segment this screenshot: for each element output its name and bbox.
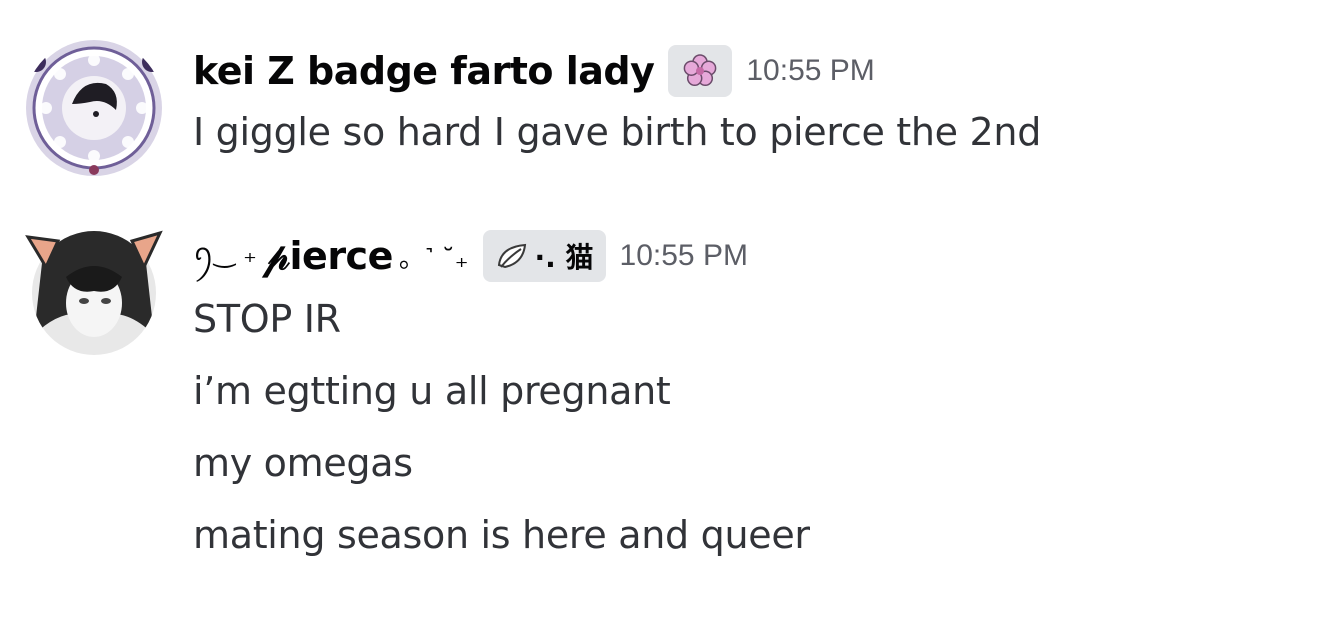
username-prefix-decoration: ꪆ‿ ₊ — [193, 239, 257, 269]
message-header: kei Z badge farto lady 10:55 PM — [193, 43, 875, 99]
message-text: mating season is here and queer — [193, 513, 810, 557]
username[interactable]: kei Z badge farto lady — [193, 49, 655, 93]
message-text: i’m egtting u all pregnant — [193, 369, 671, 413]
message-text: my omegas — [193, 441, 413, 485]
badge-text: ·. 猫 — [534, 241, 594, 274]
avatar-image — [25, 230, 163, 355]
timestamp[interactable]: 10:55 PM — [620, 239, 748, 273]
avatar[interactable] — [24, 38, 164, 178]
username-suffix-decoration: 。˺ ˘₊ — [398, 243, 469, 274]
server-tag-badge[interactable] — [668, 45, 733, 97]
leaf-icon — [497, 243, 526, 269]
message-header: ꪆ‿ ₊ 𝓅ierce 。˺ ˘₊ ·. 猫 10:55 PM — [193, 228, 748, 284]
message-text: STOP IR — [193, 297, 341, 341]
avatar[interactable] — [24, 225, 164, 355]
server-tag-badge[interactable]: ·. 猫 — [482, 230, 606, 282]
message-text: I giggle so hard I gave birth to pierce … — [193, 110, 1042, 154]
username[interactable]: 𝓅ierce — [263, 234, 393, 279]
avatar-image — [26, 40, 162, 176]
cherry-blossom-icon — [684, 54, 717, 87]
timestamp[interactable]: 10:55 PM — [746, 54, 874, 88]
